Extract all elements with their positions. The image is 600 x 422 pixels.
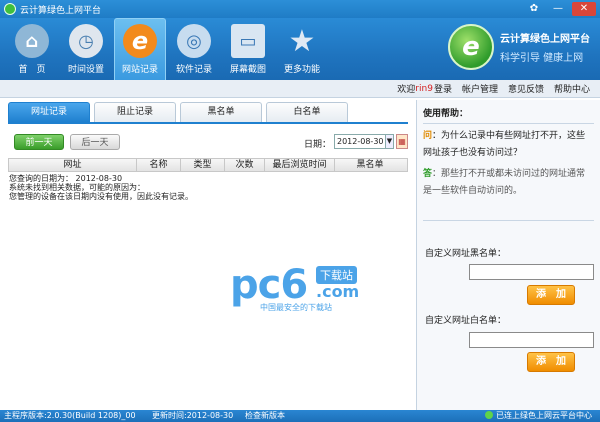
star-icon: ★ xyxy=(288,23,316,59)
app-icon xyxy=(4,3,16,15)
window-controls: ✿ — ✕ xyxy=(524,2,596,16)
brand: e 云计算绿色上网平台 科学引导 健康上网 xyxy=(448,24,590,70)
tab-blacklist[interactable]: 黑名单 xyxy=(180,102,262,122)
window-title: 云计算绿色上网平台 xyxy=(20,5,102,16)
column-count[interactable]: 次数 xyxy=(225,159,265,171)
clock-icon: ◷ xyxy=(69,24,103,58)
divider xyxy=(423,220,594,221)
header: ⌂ 首 页 ◷ 时间设置 e 网站记录 ◎ 软件记录 ▭ 屏幕截图 ★ 更多功能… xyxy=(0,18,600,80)
tab-divider xyxy=(8,122,408,124)
toolbar-screenshots[interactable]: ▭ 屏幕截图 xyxy=(222,18,274,80)
column-last-visit[interactable]: 最后浏览时间 xyxy=(265,159,335,171)
login-link[interactable]: 登录 xyxy=(434,82,452,95)
toolbar-time-settings[interactable]: ◷ 时间设置 xyxy=(60,18,112,80)
records-panel: 网址记录 阻止记录 黑名单 白名单 前一天 后一天 日期： 2012-08-30… xyxy=(8,102,408,408)
username: rin9 xyxy=(415,83,433,94)
help-answer: 答：那些打不开或都未访问过的网址通常是一些软件自动访问的。 xyxy=(423,166,594,200)
column-blacklist[interactable]: 黑名单 xyxy=(335,159,405,171)
result-line: 系统未找到相关数据，可能的原因为： xyxy=(9,183,145,192)
tab-whitelist[interactable]: 白名单 xyxy=(266,102,348,122)
user-bar: 欢迎 rin9 登录 帐户管理 意见反馈 帮助中心 xyxy=(0,80,600,98)
toolbar-website-records[interactable]: e 网站记录 xyxy=(114,18,166,80)
feedback-link[interactable]: 意见反馈 xyxy=(508,82,544,95)
date-input[interactable]: 2012-08-30 xyxy=(334,134,386,149)
check-update-link[interactable]: 检查新版本 xyxy=(245,410,285,422)
title-bar: 云计算绿色上网平台 ✿ — ✕ xyxy=(0,0,600,18)
account-link[interactable]: 帐户管理 xyxy=(462,82,498,95)
tab-url-records[interactable]: 网址记录 xyxy=(8,102,90,122)
brand-name: 云计算绿色上网平台 xyxy=(500,34,590,45)
toolbar-label: 网站记录 xyxy=(121,65,158,75)
watermark-domain: .com xyxy=(316,282,360,301)
next-day-button[interactable]: 后一天 xyxy=(70,134,120,150)
column-url[interactable]: 网址 xyxy=(9,159,137,171)
date-label: 日期： xyxy=(304,140,332,150)
close-button[interactable]: ✕ xyxy=(572,2,596,16)
whitelist-input[interactable] xyxy=(469,332,594,348)
table-header: 网址 名称 类型 次数 最后浏览时间 黑名单 xyxy=(8,158,408,172)
records-tabs: 网址记录 阻止记录 黑名单 白名单 xyxy=(8,102,408,122)
column-name[interactable]: 名称 xyxy=(137,159,181,171)
date-filter: 前一天 后一天 日期： 2012-08-30 ▼ ▦ xyxy=(8,132,408,158)
calendar-icon[interactable]: ▦ xyxy=(396,134,408,149)
toolbar-software-records[interactable]: ◎ 软件记录 xyxy=(168,18,220,80)
whitelist-label: 自定义网址白名单： xyxy=(425,316,507,326)
question-text: ：为什么记录中有些网址打不开，这些网址孩子也没有访问过？ xyxy=(423,131,586,158)
brand-logo-icon: e xyxy=(448,24,494,70)
toolbar-label: 时间设置 xyxy=(67,65,104,75)
toolbar-label: 屏幕截图 xyxy=(229,65,266,75)
connection-text: 已连上绿色上网云平台中心 xyxy=(496,411,592,420)
version-text: 主程序版本:2.0.30(Build 1208)_00 xyxy=(4,411,136,420)
blacklist-input[interactable] xyxy=(469,264,594,280)
toolbar-label: 更多功能 xyxy=(283,65,320,75)
help-question: 问：为什么记录中有些网址打不开，这些网址孩子也没有访问过？ xyxy=(423,128,594,162)
toolbar-label: 首 页 xyxy=(18,65,46,75)
update-time: 更新时间:2012-08-30 xyxy=(152,411,234,420)
toolbar-label: 软件记录 xyxy=(175,65,212,75)
connected-icon xyxy=(485,411,493,419)
add-whitelist-button[interactable]: 添 加 xyxy=(527,352,575,372)
answer-text: ：那些打不开或都未访问过的网址通常是一些软件自动访问的。 xyxy=(423,169,586,196)
monitor-icon: ▭ xyxy=(231,24,265,58)
help-sidebar: 使用帮助： 问：为什么记录中有些网址打不开，这些网址孩子也没有访问过？ 答：那些… xyxy=(416,100,600,410)
toolbar-more-features[interactable]: ★ 更多功能 xyxy=(276,18,328,80)
result-message: 您查询的日期为： 2012-08-30 系统未找到相关数据，可能的原因为： 您管… xyxy=(8,174,408,201)
divider xyxy=(423,123,594,124)
answer-mark: 答 xyxy=(423,169,433,179)
chevron-down-icon[interactable]: ▼ xyxy=(385,134,394,149)
column-type[interactable]: 类型 xyxy=(181,159,225,171)
ie-icon: e xyxy=(123,24,157,58)
result-line: 您管理的设备在该日期内没有使用，因此没有记录。 xyxy=(9,192,193,201)
result-line: 您查询的日期为： 2012-08-30 xyxy=(9,174,123,183)
question-mark: 问 xyxy=(423,131,433,141)
connection-status: 已连上绿色上网云平台中心 xyxy=(485,410,592,422)
main-toolbar: ⌂ 首 页 ◷ 时间设置 e 网站记录 ◎ 软件记录 ▭ 屏幕截图 ★ 更多功能 xyxy=(6,18,330,80)
tab-blocked-records[interactable]: 阻止记录 xyxy=(94,102,176,122)
skin-icon[interactable]: ✿ xyxy=(524,2,544,16)
welcome-text: 欢迎 xyxy=(397,85,416,95)
toolbar-home[interactable]: ⌂ 首 页 xyxy=(6,18,58,80)
watermark-tagline: 中国最安全的下载站 xyxy=(260,303,332,312)
home-icon: ⌂ xyxy=(15,24,49,58)
add-blacklist-button[interactable]: 添 加 xyxy=(527,285,575,305)
disc-icon: ◎ xyxy=(177,24,211,58)
help-center-link[interactable]: 帮助中心 xyxy=(554,82,590,95)
help-title: 使用帮助： xyxy=(423,109,469,119)
status-bar: 主程序版本:2.0.30(Build 1208)_00 更新时间:2012-08… xyxy=(0,410,600,422)
prev-day-button[interactable]: 前一天 xyxy=(14,134,64,150)
brand-slogan: 科学引导 健康上网 xyxy=(500,53,584,64)
minimize-button[interactable]: — xyxy=(548,2,568,16)
blacklist-label: 自定义网址黑名单： xyxy=(425,249,507,259)
watermark-logo: pc6 下载站 .com 中国最安全的下载站 xyxy=(230,262,359,313)
